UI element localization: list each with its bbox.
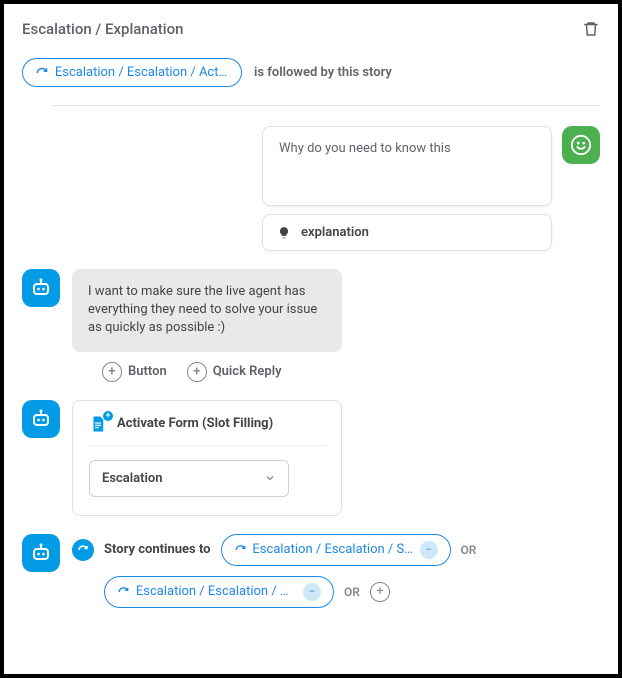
preceding-story-label: Escalation / Escalation / Acti… [55, 65, 229, 80]
user-message-text: Why do you need to know this [279, 141, 451, 156]
intent-label: explanation [301, 225, 369, 240]
bot-message-bubble[interactable]: I want to make sure the live agent has e… [72, 269, 342, 352]
delete-icon[interactable] [582, 20, 600, 38]
divider [87, 445, 327, 446]
continue-label: Story continues to [104, 542, 211, 557]
user-message-bubble[interactable]: Why do you need to know this [262, 126, 552, 206]
continue-arrow-icon [72, 539, 94, 561]
form-select[interactable]: Escalation [89, 460, 289, 497]
bot-avatar-icon [22, 269, 60, 307]
or-separator: OR [461, 543, 477, 557]
redo-arrow-icon [117, 585, 130, 599]
or-separator: OR [344, 585, 360, 599]
file-icon: + [89, 415, 107, 433]
user-avatar-icon [562, 126, 600, 164]
remove-chip-icon[interactable]: − [420, 541, 438, 559]
add-quick-reply-label: Quick Reply [213, 364, 282, 379]
form-card: + Activate Form (Slot Filling) Escalatio… [72, 400, 342, 516]
bot-avatar-icon [22, 534, 60, 572]
continue-chip-1-label: Escalation / Escalation / Can… [136, 584, 297, 599]
plus-circle-icon: + [102, 362, 122, 382]
intent-pill[interactable]: explanation [262, 214, 552, 251]
divider [52, 105, 600, 106]
plus-circle-icon: + [187, 362, 207, 382]
chevron-down-icon [264, 472, 276, 484]
add-button-label: Button [128, 364, 167, 379]
redo-arrow-icon [35, 66, 49, 80]
form-select-value: Escalation [102, 471, 163, 486]
continue-chip-1[interactable]: Escalation / Escalation / Can… − [104, 576, 334, 608]
bot-message-text: I want to make sure the live agent has e… [88, 284, 317, 335]
continue-chip-0-label: Escalation / Escalation / Sub… [252, 542, 413, 557]
lightbulb-icon [277, 226, 291, 240]
followed-by-text: is followed by this story [254, 65, 392, 80]
add-continuation-button[interactable]: + [370, 582, 390, 602]
add-quick-reply-action[interactable]: + Quick Reply [187, 362, 282, 382]
remove-chip-icon[interactable]: − [303, 583, 321, 601]
page-title: Escalation / Explanation [22, 20, 183, 38]
add-button-action[interactable]: + Button [102, 362, 167, 382]
preceding-story-chip[interactable]: Escalation / Escalation / Acti… [22, 58, 242, 87]
form-title: Activate Form (Slot Filling) [117, 416, 273, 431]
redo-arrow-icon [234, 543, 247, 557]
continue-chip-0[interactable]: Escalation / Escalation / Sub… − [221, 534, 451, 566]
bot-avatar-icon [22, 400, 60, 438]
